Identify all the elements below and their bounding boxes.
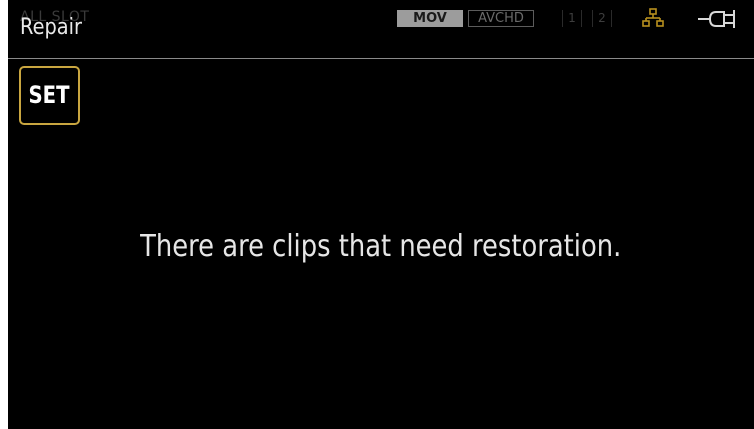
set-button[interactable]: SET bbox=[19, 66, 80, 125]
camera-screen: ALL SLOT Repair MOV AVCHD 1 2 SET There … bbox=[8, 0, 754, 429]
avchd-format-badge: AVCHD bbox=[468, 10, 534, 27]
network-icon bbox=[642, 8, 664, 27]
card-slot-1-indicator: 1 bbox=[562, 10, 582, 27]
set-button-label: SET bbox=[28, 81, 71, 109]
restoration-message: There are clips that need restoration. bbox=[8, 227, 754, 267]
page-title: Repair bbox=[20, 15, 82, 40]
card-slot-2-indicator: 2 bbox=[592, 10, 612, 27]
power-plug-icon bbox=[698, 10, 735, 28]
header-divider bbox=[8, 58, 754, 59]
header-bar: ALL SLOT Repair MOV AVCHD 1 2 bbox=[8, 0, 754, 58]
restoration-message-text: There are clips that need restoration. bbox=[140, 229, 622, 264]
mov-format-badge: MOV bbox=[397, 10, 463, 27]
